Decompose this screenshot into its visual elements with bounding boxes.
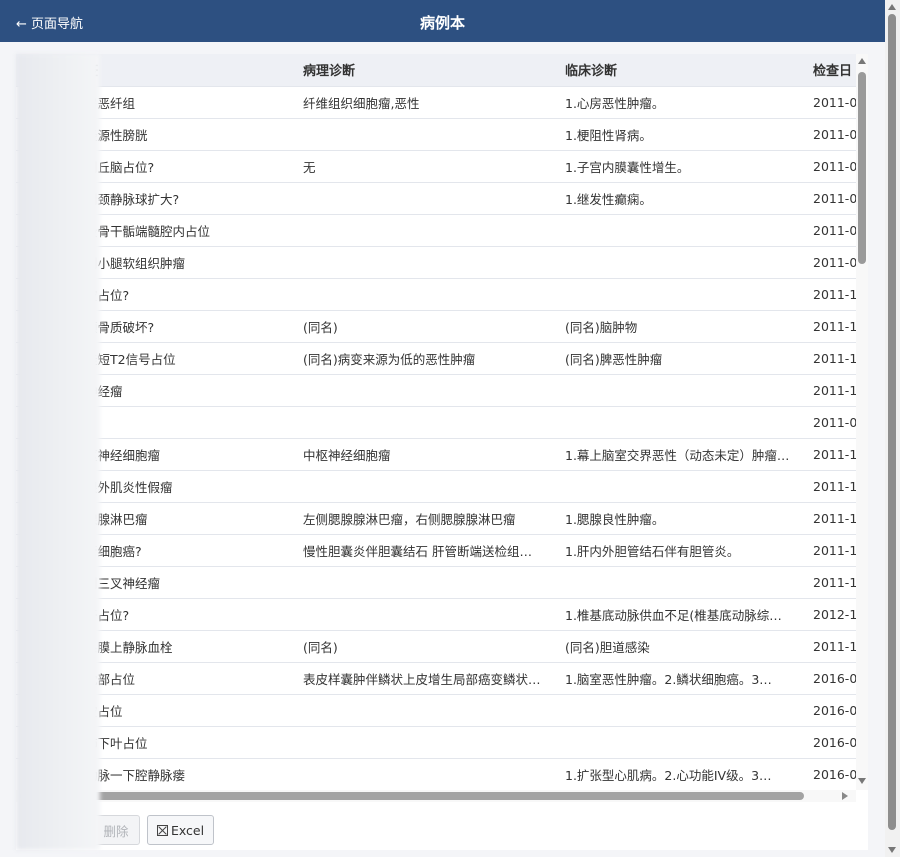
table-row[interactable]: 肺下叶占位 2016-0 (16, 726, 868, 758)
table-row[interactable]: 动脉一下腔静脉瘘 1.扩张型心肌病。2.心功能IV级。3… 2016-0 (16, 758, 868, 790)
cell-clinical-diagnosis: 1.心房恶性肿瘤。 (565, 95, 665, 111)
scroll-right-arrow-icon[interactable] (842, 792, 848, 800)
table-row[interactable]: 则三叉神经瘤 2011-1 (16, 566, 868, 598)
scroll-up-arrow-icon[interactable] (858, 58, 866, 64)
table-body: 房恶纤组 纤维组织细胞瘤,恶性 1.心房恶性肿瘤。 2011-0 经源性膀胱 1.梗阻性肾… (16, 86, 868, 790)
cell-clinical-diagnosis (565, 278, 813, 310)
cell-clinical-diagnosis (565, 246, 813, 278)
cell-pathology-diagnosis: 慢性胆囊炎伴胆囊结石 肝管断端送检组… (303, 543, 532, 559)
case-table-viewport: 签 病理诊断 临床诊断 检查日 房恶纤组纤维组织细胞瘤,恶性1.心房恶性肿瘤。2… (16, 54, 868, 790)
cell-pathology-diagnosis: 表皮样囊肿伴鳞状上皮增生局部癌变鳞状… (303, 671, 541, 687)
cell-clinical-diagnosis (565, 214, 813, 246)
cell-pathology-diagnosis (303, 758, 565, 790)
export-excel-label: Excel (170, 822, 205, 838)
table-row[interactable]: 管细胞癌? 慢性胆囊炎伴胆囊结石 肝管断端送检组… 1.肝内外胆管结石伴有胆管炎。 2… (16, 534, 868, 566)
scrollbar-thumb[interactable] (20, 792, 804, 800)
cell-pathology-diagnosis: (同名) (303, 639, 338, 655)
table-row[interactable]: 则小腿软组织肿瘤 2011-0 (16, 246, 868, 278)
cell-clinical-diagnosis (565, 470, 813, 502)
cell-pathology-diagnosis: 左侧腮腺腺淋巴瘤，右侧腮腺腺淋巴瘤 (303, 511, 516, 527)
cell-clinical-diagnosis: (同名)脾恶性肿瘤 (565, 351, 663, 367)
table-row[interactable]: 则颈静脉球扩大? 1.继发性癫痫。 2011-0 (16, 182, 868, 214)
cell-pathology-diagnosis: 纤维组织细胞瘤,恶性 (303, 95, 420, 111)
table-header-row: 签 病理诊断 临床诊断 检查日 (16, 54, 868, 86)
cell-pathology-diagnosis (303, 182, 565, 214)
cell-clinical-diagnosis: 1.幕上脑室交界恶性（动态未定）肿瘤… (565, 447, 790, 463)
cell-clinical-diagnosis (565, 694, 813, 726)
scrollbar-thumb[interactable] (858, 72, 866, 264)
cell-clinical-diagnosis: 1.扩张型心肌病。2.心功能IV级。3… (565, 767, 772, 783)
excel-icon (156, 824, 168, 836)
cell-pathology-diagnosis (303, 374, 565, 406)
page-title: 病例本 (419, 14, 465, 32)
table-row[interactable]: 2011-0 (16, 406, 868, 438)
table-row[interactable]: 枕部占位 表皮样囊肿伴鳞状上皮增生局部癌变鳞状… 1.脑室恶性肿瘤。2.鳞状细胞癌。… (16, 662, 868, 694)
cell-clinical-diagnosis (565, 726, 813, 758)
cell-pathology-diagnosis (303, 694, 565, 726)
cell-clinical-diagnosis: 1.腮腺良性肿瘤。 (565, 511, 665, 527)
case-table: 签 病理诊断 临床诊断 检查日 房恶纤组纤维组织细胞瘤,恶性1.心房恶性肿瘤。2… (16, 54, 868, 790)
app-header: ← 页面导航 病例本 (0, 0, 885, 42)
cell-pathology-diagnosis: 中枢神经细胞瘤 (303, 447, 391, 463)
column-header-pathology-diagnosis[interactable]: 病理诊断 (303, 54, 565, 86)
column-header-clinical-diagnosis[interactable]: 临床诊断 (565, 54, 813, 86)
table-row[interactable]: 空占位 2016-0 (16, 694, 868, 726)
export-excel-button[interactable]: Excel (147, 815, 214, 845)
table-row[interactable]: 枢神经细胞瘤 中枢神经细胞瘤 1.幕上脑室交界恶性（动态未定）肿瘤… 2011-1 (16, 438, 868, 470)
page-scroll-down-arrow-icon[interactable] (888, 847, 896, 853)
privacy-blur-mask (16, 54, 100, 850)
cell-pathology-diagnosis: (同名)病变来源为低的恶性肿瘤 (303, 351, 476, 367)
cell-pathology-diagnosis (303, 214, 565, 246)
table-vertical-scrollbar[interactable] (856, 54, 868, 790)
table-row[interactable]: 房恶纤组 纤维组织细胞瘤,恶性 1.心房恶性肿瘤。 2011-0 (16, 86, 868, 118)
table-row[interactable]: 神经瘤 2011-1 (16, 374, 868, 406)
cell-clinical-diagnosis: 1.脑室恶性肿瘤。2.鳞状细胞癌。3… (565, 671, 772, 687)
cell-clinical-diagnosis: (同名)胆道感染 (565, 639, 650, 655)
table-row[interactable]: 空占位? 2011-1 (16, 278, 868, 310)
cell-clinical-diagnosis (565, 406, 813, 438)
cell-pathology-diagnosis: (同名) (303, 319, 338, 335)
table-horizontal-scrollbar[interactable] (16, 790, 856, 802)
table-row[interactable]: 经源性膀胱 1.梗阻性肾病。 2011-0 (16, 118, 868, 150)
cell-pathology-diagnosis (303, 598, 565, 630)
cell-clinical-diagnosis: 1.肝内外胆管结石伴有胆管炎。 (565, 543, 740, 559)
cell-pathology-diagnosis (303, 118, 565, 150)
table-row[interactable]: 干占位? 1.椎基底动脉供血不足(椎基底动脉综… 2012-1 (16, 598, 868, 630)
page-scrollbar-thumb[interactable] (888, 14, 896, 830)
case-table-panel: 签 病理诊断 临床诊断 检查日 房恶纤组纤维组织细胞瘤,恶性1.心房恶性肿瘤。2… (16, 54, 868, 850)
page-scroll-up-arrow-icon[interactable] (888, 4, 896, 10)
cell-clinical-diagnosis (565, 566, 813, 598)
cell-pathology-diagnosis (303, 406, 565, 438)
cell-pathology-diagnosis (303, 246, 565, 278)
cell-clinical-diagnosis: 1.子宫内膜囊性增生。 (565, 159, 690, 175)
cell-clinical-diagnosis: 1.梗阻性肾病。 (565, 127, 652, 143)
cell-pathology-diagnosis: 无 (303, 159, 316, 175)
scroll-down-arrow-icon[interactable] (858, 778, 866, 784)
cell-pathology-diagnosis (303, 470, 565, 502)
table-row[interactable]: 眼外肌炎性假瘤 2011-1 (16, 470, 868, 502)
cell-pathology-diagnosis (303, 726, 565, 758)
cell-clinical-diagnosis (565, 374, 813, 406)
cell-clinical-diagnosis: (同名)脑肿物 (565, 319, 638, 335)
table-row[interactable]: 则丘脑占位? 无 1.子宫内膜囊性增生。 2011-0 (16, 150, 868, 182)
cell-pathology-diagnosis (303, 566, 565, 598)
cell-pathology-diagnosis (303, 278, 565, 310)
page-vertical-scrollbar[interactable] (885, 0, 900, 857)
cell-clinical-diagnosis: 1.继发性癫痫。 (565, 191, 652, 207)
cell-clinical-diagnosis: 1.椎基底动脉供血不足(椎基底动脉综… (565, 607, 782, 623)
table-row[interactable]: 系膜上静脉血栓 (同名) (同名)胆道感染 2011-1 (16, 630, 868, 662)
table-row[interactable]: 段骨干骺端髓腔内占位 2011-0 (16, 214, 868, 246)
table-row[interactable]: 硅短T2信号占位 (同名)病变来源为低的恶性肿瘤 (同名)脾恶性肿瘤 2011-1 (16, 342, 868, 374)
table-row[interactable]: 颈骨质破坏? (同名) (同名)脑肿物 2011-1 (16, 310, 868, 342)
table-row[interactable]: 腺腺淋巴瘤 左侧腮腺腺淋巴瘤，右侧腮腺腺淋巴瘤 1.腮腺良性肿瘤。 2011-1 (16, 502, 868, 534)
